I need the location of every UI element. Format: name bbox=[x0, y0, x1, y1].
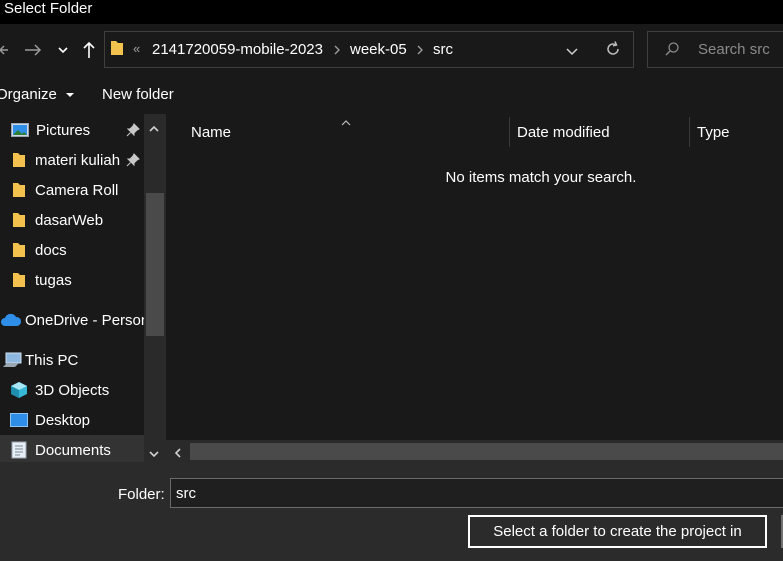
sidebar-item-label: Desktop bbox=[35, 411, 91, 429]
breadcrumb-project[interactable]: 2141720059-mobile-2023 bbox=[152, 41, 323, 58]
breadcrumb-src[interactable]: src bbox=[433, 41, 453, 58]
sidebar-item-label: Documents bbox=[35, 441, 111, 459]
chevron-down-icon bbox=[58, 47, 68, 54]
sort-ascending-icon bbox=[340, 114, 352, 131]
horizontal-scroll-thumb[interactable] bbox=[190, 443, 783, 460]
select-folder-button[interactable]: Select a folder to create the project in bbox=[468, 515, 767, 548]
documents-icon bbox=[10, 441, 28, 459]
desktop-icon bbox=[10, 411, 28, 429]
onedrive-icon bbox=[0, 311, 22, 329]
sidebar-item-pictures[interactable]: Pictures bbox=[0, 115, 144, 145]
sidebar-item-label: tugas bbox=[35, 271, 72, 289]
new-folder-button[interactable]: New folder bbox=[102, 86, 174, 103]
address-history-chevron-icon[interactable] bbox=[565, 44, 579, 61]
scroll-down-icon[interactable] bbox=[148, 446, 160, 463]
folder-icon bbox=[10, 151, 28, 169]
file-list[interactable] bbox=[166, 114, 783, 440]
sidebar-item-documents[interactable]: Documents bbox=[0, 435, 144, 462]
address-overflow[interactable]: « bbox=[133, 41, 140, 56]
sidebar-item-label: 3D Objects bbox=[35, 381, 110, 399]
sidebar-item-label: materi kuliah bbox=[35, 151, 121, 169]
sidebar-item-onedrive[interactable]: OneDrive - Person bbox=[0, 305, 144, 335]
sidebar-item-label: This PC bbox=[25, 351, 79, 369]
search-icon bbox=[664, 41, 680, 61]
sidebar-item-label: Pictures bbox=[36, 121, 91, 139]
scroll-left-icon[interactable] bbox=[173, 446, 183, 463]
sidebar-item-label: OneDrive - Person bbox=[25, 311, 144, 329]
forward-arrow-icon bbox=[25, 44, 42, 56]
sidebar-item-camera-roll[interactable]: Camera Roll bbox=[0, 175, 144, 205]
column-divider[interactable] bbox=[509, 117, 510, 147]
sidebar-item-desktop[interactable]: Desktop bbox=[0, 405, 144, 435]
folder-name-input[interactable] bbox=[170, 478, 783, 508]
breadcrumb-chevron-icon[interactable] bbox=[333, 43, 341, 60]
window-title: Select Folder bbox=[4, 0, 93, 17]
sidebar-item-label: Camera Roll bbox=[35, 181, 119, 199]
up-button[interactable] bbox=[78, 35, 100, 65]
sidebar-item-label: docs bbox=[35, 241, 67, 259]
back-arrow-icon bbox=[0, 45, 8, 55]
column-divider[interactable] bbox=[689, 117, 690, 147]
empty-message: No items match your search. bbox=[445, 169, 637, 186]
column-header-date-modified[interactable]: Date modified bbox=[517, 124, 610, 141]
title-bar bbox=[0, 0, 783, 24]
folder-label: Folder: bbox=[118, 486, 165, 503]
sidebar-item-label: dasarWeb bbox=[35, 211, 104, 229]
caret-down-icon bbox=[66, 93, 75, 98]
column-header-name[interactable]: Name bbox=[191, 124, 231, 141]
folder-icon bbox=[10, 241, 28, 259]
recent-locations-button[interactable] bbox=[52, 35, 74, 65]
pin-icon[interactable] bbox=[126, 123, 140, 141]
sidebar-item-docs[interactable]: docs bbox=[0, 235, 144, 265]
folder-icon bbox=[110, 39, 124, 61]
breadcrumb-chevron-icon[interactable] bbox=[416, 43, 424, 60]
this-pc-icon bbox=[2, 351, 22, 369]
up-arrow-icon bbox=[83, 41, 95, 58]
back-button[interactable] bbox=[0, 35, 10, 65]
sidebar-item-materi-kuliah[interactable]: materi kuliah bbox=[0, 145, 144, 175]
organize-label: Organize bbox=[0, 86, 57, 103]
refresh-icon[interactable] bbox=[604, 40, 622, 62]
folder-icon bbox=[10, 271, 28, 289]
sidebar-item-tugas[interactable]: tugas bbox=[0, 265, 144, 295]
pin-icon[interactable] bbox=[126, 153, 140, 171]
scroll-up-icon[interactable] bbox=[148, 121, 160, 138]
breadcrumb-week[interactable]: week-05 bbox=[350, 41, 407, 58]
search-placeholder[interactable]: Search src bbox=[698, 41, 770, 58]
column-header-type[interactable]: Type bbox=[697, 124, 730, 141]
sidebar-scroll-thumb[interactable] bbox=[146, 193, 164, 336]
3d-objects-icon bbox=[10, 381, 28, 399]
sidebar-item-3d-objects[interactable]: 3D Objects bbox=[0, 375, 144, 405]
forward-button[interactable] bbox=[22, 35, 44, 65]
folder-icon bbox=[10, 181, 28, 199]
sidebar-item-this-pc[interactable]: This PC bbox=[0, 345, 144, 375]
sidebar-item-dasarweb[interactable]: dasarWeb bbox=[0, 205, 144, 235]
navigation-pane: Pictures materi kuliah Camera Roll dasar… bbox=[0, 114, 144, 462]
folder-icon bbox=[10, 211, 28, 229]
pictures-icon bbox=[11, 121, 29, 139]
organize-menu-button[interactable]: Organize bbox=[0, 86, 75, 103]
